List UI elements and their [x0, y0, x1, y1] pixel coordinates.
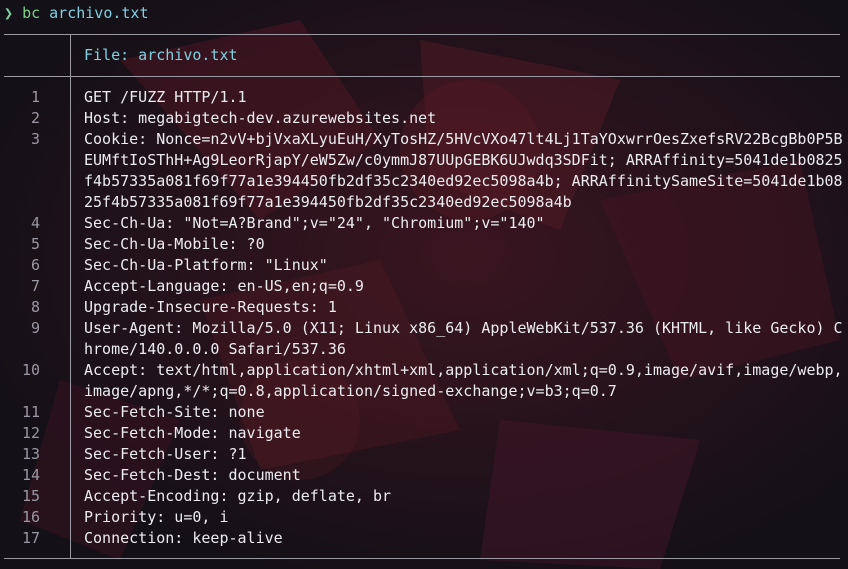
line-text: Accept-Language: en-US,en;q=0.9: [84, 277, 364, 295]
file-line: 8 Upgrade-Insecure-Requests: 1: [0, 297, 848, 318]
line-text: Accept-Encoding: gzip, deflate, br: [84, 487, 392, 505]
prompt-arrow-icon: ❯: [4, 4, 14, 22]
file-line: 15 Accept-Encoding: gzip, deflate, br: [0, 486, 848, 507]
line-number: 1: [30, 88, 40, 106]
line-number: 15: [21, 487, 40, 505]
top-rule: [4, 34, 840, 35]
line-text: Sec-Fetch-Site: none: [84, 403, 265, 421]
line-number: 16: [21, 508, 40, 526]
line-number: 7: [30, 277, 40, 295]
file-content: 1 GET /FUZZ HTTP/1.1 2 Host: megabigtech-de…: [0, 87, 848, 549]
file-line: 14 Sec-Fetch-Dest: document: [0, 465, 848, 486]
file-line: 2 Host: megabigtech-dev.azurewebsites.net: [0, 108, 848, 129]
line-number: 9: [30, 319, 40, 337]
line-text: Connection: keep-alive: [84, 529, 283, 547]
line-text: Sec-Ch-Ua-Mobile: ?0: [84, 235, 265, 253]
line-number: 5: [30, 235, 40, 253]
file-line: 3 Cookie: Nonce=n2vV+bjVxaXLyuEuH/XyTosHZ…: [0, 129, 848, 213]
file-line: 13 Sec-Fetch-User: ?1: [0, 444, 848, 465]
line-text: GET /FUZZ HTTP/1.1: [84, 88, 247, 106]
line-text: Accept: text/html,application/xhtml+xml,…: [84, 361, 843, 400]
line-number: 13: [21, 445, 40, 463]
line-number: 11: [21, 403, 40, 421]
line-text: Cookie: Nonce=n2vV+bjVxaXLyuEuH/XyTosHZ/…: [84, 130, 843, 211]
line-number: 14: [21, 466, 40, 484]
command-name: bc: [22, 4, 41, 22]
file-line: 10 Accept: text/html,application/xhtml+xm…: [0, 360, 848, 402]
line-text: Upgrade-Insecure-Requests: 1: [84, 298, 337, 316]
command-argument: archivo.txt: [49, 4, 149, 22]
line-number: 12: [21, 424, 40, 442]
file-header: File: archivo.txt: [84, 46, 238, 64]
line-number: 17: [21, 529, 40, 547]
line-number: 2: [30, 109, 40, 127]
file-line: 11 Sec-Fetch-Site: none: [0, 402, 848, 423]
file-line: 7 Accept-Language: en-US,en;q=0.9: [0, 276, 848, 297]
line-number: 6: [30, 256, 40, 274]
file-line: 17 Connection: keep-alive: [0, 528, 848, 549]
header-rule: [4, 76, 840, 77]
bottom-rule: [4, 558, 840, 559]
file-line: 16 Priority: u=0, i: [0, 507, 848, 528]
line-text: Sec-Fetch-Dest: document: [84, 466, 301, 484]
line-text: User-Agent: Mozilla/5.0 (X11; Linux x86_…: [84, 319, 843, 358]
file-line: 6 Sec-Ch-Ua-Platform: "Linux": [0, 255, 848, 276]
file-line: 5 Sec-Ch-Ua-Mobile: ?0: [0, 234, 848, 255]
line-text: Sec-Ch-Ua-Platform: "Linux": [84, 256, 328, 274]
line-text: Sec-Ch-Ua: "Not=A?Brand";v="24", "Chromi…: [84, 214, 545, 232]
file-line: 1 GET /FUZZ HTTP/1.1: [0, 87, 848, 108]
line-number: 8: [30, 298, 40, 316]
file-line: 12 Sec-Fetch-Mode: navigate: [0, 423, 848, 444]
file-line: 9 User-Agent: Mozilla/5.0 (X11; Linux x86…: [0, 318, 848, 360]
line-text: Host: megabigtech-dev.azurewebsites.net: [84, 109, 437, 127]
line-number: 10: [21, 361, 40, 379]
line-number: 3: [30, 130, 40, 148]
line-text: Priority: u=0, i: [84, 508, 229, 526]
file-line: 4 Sec-Ch-Ua: "Not=A?Brand";v="24", "Chrom…: [0, 213, 848, 234]
line-text: Sec-Fetch-Mode: navigate: [84, 424, 301, 442]
line-number: 4: [30, 214, 40, 232]
line-text: Sec-Fetch-User: ?1: [84, 445, 247, 463]
shell-prompt: ❯ bc archivo.txt: [4, 2, 149, 24]
